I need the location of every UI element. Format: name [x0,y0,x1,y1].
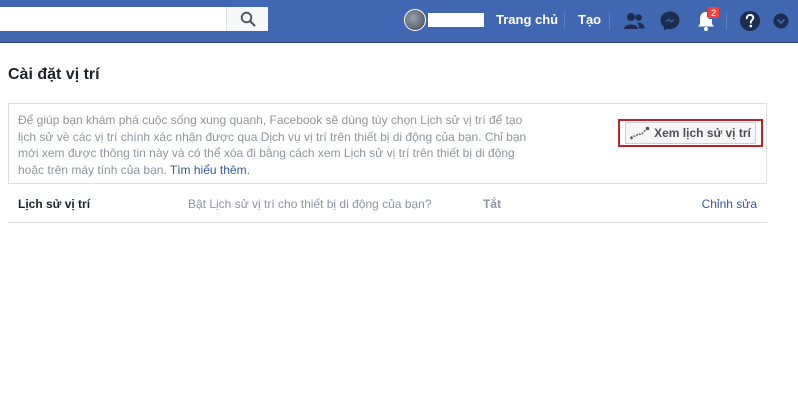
page-title: Cài đặt vị trí [8,66,100,83]
location-info-box: Để giúp bạn khám phá cuộc sống xung quan… [8,103,767,184]
help-button[interactable] [737,8,763,34]
messenger-icon [660,11,680,31]
profile-link[interactable] [404,9,484,31]
friends-icon [624,13,645,29]
help-icon [740,11,760,31]
info-description: Để giúp bạn khám phá cuộc sống xung quan… [18,112,538,178]
nav-divider [564,12,565,30]
nav-divider [726,12,727,30]
search-input[interactable] [0,7,222,31]
search-icon [240,11,255,27]
learn-more-link[interactable]: Tìm hiểu thêm. [170,163,250,177]
location-history-setting-row[interactable]: Lịch sử vị trí Bật Lịch sử vị trí cho th… [8,185,767,223]
friend-requests-button[interactable] [621,8,647,34]
location-path-icon [630,126,650,140]
view-location-history-inner[interactable]: Xem lịch sử vị trí [625,122,756,144]
search-button[interactable] [226,7,268,31]
setting-label: Lịch sử vị trí [18,197,91,211]
view-location-history-label: Xem lịch sử vị trí [654,126,751,140]
info-text: Để giúp bạn khám phá cuộc sống xung quan… [18,113,527,177]
view-location-history-button[interactable]: Xem lịch sử vị trí [618,119,763,147]
notification-badge: 2 [707,6,720,19]
account-menu-button[interactable] [768,8,794,34]
edit-link[interactable]: Chỉnh sửa [702,197,757,211]
top-navigation-bar: Trang chủ Tạo 2 [0,0,798,43]
nav-divider [609,12,610,30]
avatar [404,9,426,31]
chevron-down-icon [773,13,789,29]
setting-question: Bật Lịch sử vị trí cho thiết bị di động … [188,197,432,211]
nav-home-link[interactable]: Trang chủ [496,12,558,27]
search-box [0,7,268,31]
profile-name-redacted [428,13,484,27]
messenger-button[interactable] [657,8,683,34]
nav-create-link[interactable]: Tạo [578,12,601,27]
setting-value: Tắt [483,197,501,211]
